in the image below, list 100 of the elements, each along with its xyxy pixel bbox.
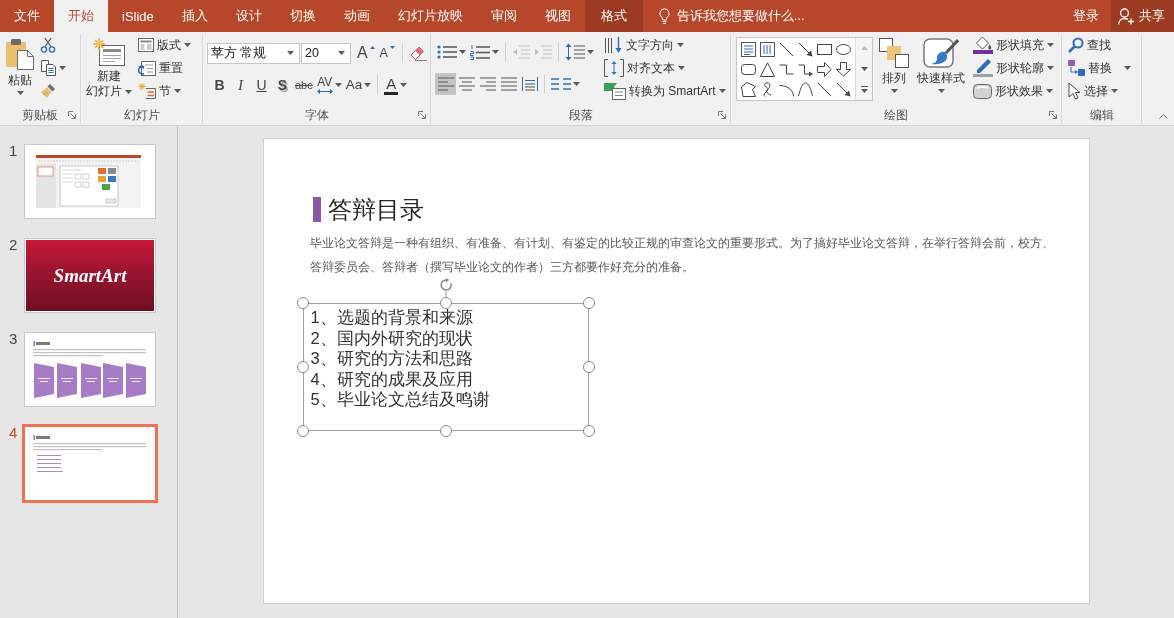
select-button[interactable]: 选择 [1066, 80, 1133, 102]
text-box-icon[interactable] [741, 41, 756, 57]
decrease-indent-icon [512, 45, 530, 59]
text-direction-button[interactable]: 文字方向 [602, 34, 728, 56]
thumbnail-title: SmartArt [53, 264, 127, 287]
resize-handle[interactable] [296, 361, 309, 373]
slide-thumbnail[interactable] [22, 424, 158, 503]
paste-button[interactable]: 粘贴 [4, 34, 36, 104]
bold-button[interactable]: B [209, 74, 230, 96]
ribbon-tab[interactable]: 幻灯片放映 [383, 0, 477, 32]
replace-button[interactable]: 替换 [1066, 57, 1133, 79]
rectangle-icon[interactable] [817, 41, 832, 57]
dialog-launcher-icon[interactable] [1049, 111, 1057, 119]
new-slide-button[interactable]: 新建 幻灯片 [84, 34, 134, 104]
change-case-button[interactable]: Aa [343, 74, 374, 96]
resize-handle[interactable] [582, 361, 595, 373]
down-arrow-icon[interactable] [836, 61, 851, 77]
align-text-button[interactable]: 对齐文本 [602, 57, 728, 79]
caret-icon [573, 82, 580, 86]
quick-styles-button[interactable]: 快速样式 [915, 34, 967, 104]
triangle-icon[interactable] [760, 61, 775, 77]
font-size-field[interactable]: 20 [301, 42, 351, 64]
ribbon-tab[interactable]: 视图 [530, 0, 585, 32]
dialog-launcher-icon[interactable] [418, 111, 426, 119]
caret-icon [718, 89, 726, 93]
arrow-line-icon[interactable] [836, 81, 851, 97]
shape-fill-button[interactable]: 形状填充 [971, 34, 1056, 56]
collapse-ribbon-icon[interactable] [1159, 114, 1168, 119]
dialog-launcher-icon[interactable] [718, 111, 726, 119]
slide-thumbnail[interactable]: SmartArt [24, 238, 156, 313]
elbow-connector-icon[interactable] [779, 61, 794, 77]
gallery-more-button[interactable] [856, 79, 872, 100]
font-color-button[interactable]: A [382, 74, 410, 96]
shrink-font-button[interactable]: A [376, 42, 398, 64]
replace-icon [1068, 60, 1085, 76]
freeform-icon[interactable] [741, 81, 756, 97]
columns-icon [551, 78, 571, 90]
quick-styles-icon [923, 38, 959, 68]
line-spacing-button[interactable] [563, 41, 596, 63]
caret-down-icon [860, 66, 868, 71]
vertical-text-box-icon[interactable] [760, 41, 775, 57]
line-icon[interactable] [817, 81, 832, 97]
ribbon-tab[interactable]: 切换 [275, 0, 330, 32]
more-icon [860, 86, 868, 93]
resize-handle[interactable] [296, 297, 309, 309]
shape-effects-button[interactable]: 形状效果 [971, 80, 1056, 102]
arrow-line-icon[interactable] [798, 41, 813, 57]
resize-handle[interactable] [582, 297, 595, 309]
reset-button[interactable]: 重置 [136, 57, 193, 79]
resize-handle[interactable] [296, 425, 309, 437]
shape-outline-button[interactable]: 形状轮廓 [971, 57, 1056, 79]
ribbon-tab[interactable]: 格式 [584, 0, 643, 32]
italic-button[interactable]: I [230, 74, 251, 96]
elbow-arrow-icon[interactable] [798, 61, 813, 77]
caret-icon [492, 50, 499, 54]
up-triangle-icon [369, 46, 375, 49]
find-button[interactable]: 查找 [1066, 34, 1133, 56]
caret-icon [1047, 66, 1054, 70]
font-name-field[interactable]: 苹方 常规 [207, 42, 300, 64]
shape-effects-icon [973, 83, 992, 99]
curve-icon[interactable] [798, 81, 813, 97]
resize-handle[interactable] [439, 297, 452, 309]
align-left-icon [437, 77, 454, 91]
underline-button[interactable]: U [251, 74, 272, 96]
ribbon-tab[interactable]: 设计 [221, 0, 276, 32]
grow-font-button[interactable]: A [355, 42, 377, 64]
group-label: 剪贴板 [22, 106, 58, 124]
slide-thumbnail[interactable] [24, 144, 156, 219]
lightbulb-icon [658, 8, 670, 24]
align-right-icon [479, 77, 496, 91]
caret-icon [184, 43, 191, 47]
share-button[interactable]: 共享 [1111, 0, 1174, 32]
resize-handle[interactable] [582, 425, 595, 437]
pencil-icon [973, 59, 993, 77]
arrange-button[interactable]: 排列 [877, 34, 911, 104]
rounded-rectangle-icon[interactable] [741, 61, 756, 77]
right-arrow-icon[interactable] [817, 61, 832, 77]
character-spacing-button[interactable]: AV [314, 74, 344, 96]
ribbon-tab[interactable]: 文件 [0, 0, 54, 32]
resize-handle[interactable] [439, 425, 452, 437]
sign-in-link[interactable]: 登录 [1063, 0, 1109, 32]
section-button[interactable]: 节 [136, 80, 193, 102]
ribbon-tab[interactable]: 开始 [54, 0, 108, 32]
slide-number: 3 [9, 331, 19, 347]
copy-button[interactable] [38, 57, 68, 79]
text-shadow-button[interactable]: S [272, 74, 293, 96]
strikethrough-button[interactable]: abc [293, 74, 315, 96]
layout-button[interactable]: 版式 [136, 34, 193, 56]
ribbon-tab[interactable]: iSlide [108, 0, 168, 32]
cursor-icon [1068, 82, 1081, 100]
slide-thumbnail[interactable] [24, 332, 156, 407]
line-icon[interactable] [779, 41, 794, 57]
rotate-handle[interactable] [438, 278, 453, 297]
oval-icon[interactable] [836, 41, 851, 57]
ribbon-tab[interactable]: 插入 [167, 0, 222, 32]
dialog-launcher-icon[interactable] [68, 111, 76, 119]
ribbon-tab[interactable]: 审阅 [476, 0, 531, 32]
convert-smartart-button[interactable]: 转换为 SmartArt [602, 80, 728, 102]
tell-me-search[interactable]: 告诉我您想要做什么... [654, 0, 809, 32]
ribbon-tab[interactable]: 动画 [329, 0, 384, 32]
